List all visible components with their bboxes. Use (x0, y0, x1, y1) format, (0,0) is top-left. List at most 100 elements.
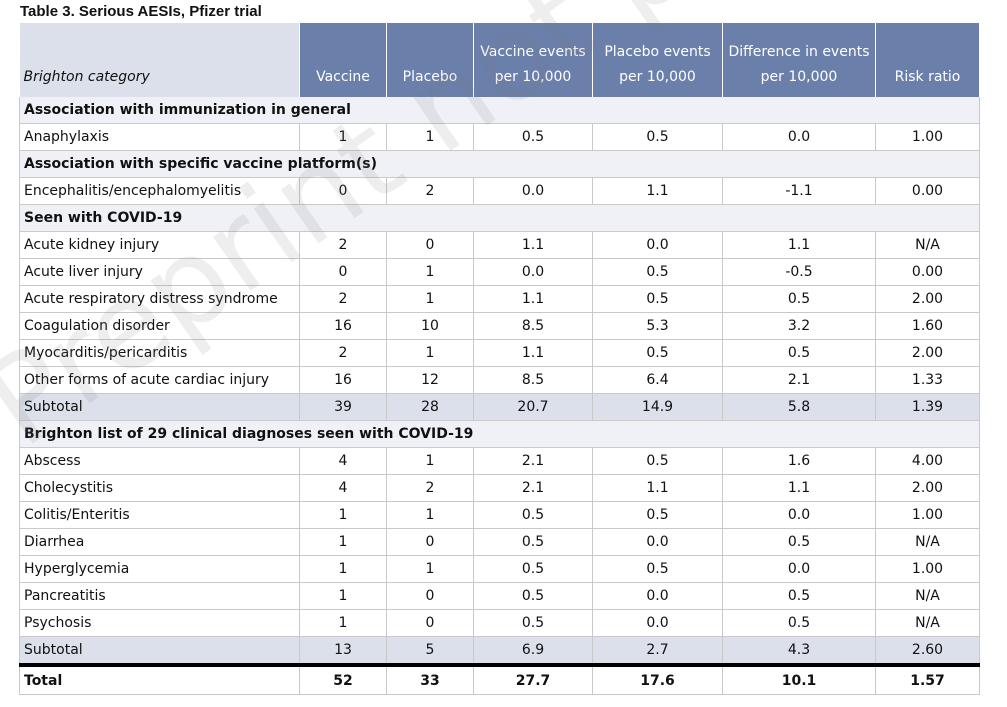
table-cell: 0.0 (722, 501, 876, 529)
table-cell: Cholecystitis (19, 474, 300, 502)
total-row: Total 52 33 27.7 17.6 10.1 1.57 (19, 663, 980, 695)
table-cell: 0.5 (592, 285, 723, 313)
table-cell: 1 (299, 555, 387, 583)
table-cell: 1.1 (473, 231, 593, 259)
table-body: Association with immunization in general… (19, 97, 980, 695)
table-cell: 1.1 (592, 177, 723, 205)
table-cell: 1.1 (473, 285, 593, 313)
subtotal-row: Subtotal 39 28 20.7 14.9 5.8 1.39 (19, 393, 980, 421)
table-cell: 16 (299, 366, 387, 394)
table-cell: Subtotal (19, 393, 300, 421)
table-cell: 2 (299, 339, 387, 367)
table-cell: Coagulation disorder (19, 312, 300, 340)
table-cell: 1.33 (875, 366, 980, 394)
table-row: Cholecystitis 4 2 2.1 1.1 1.1 2.00 (19, 474, 980, 502)
header-placebo: Placebo (386, 23, 474, 97)
table-cell: Total (19, 663, 300, 695)
table-cell: -0.5 (722, 258, 876, 286)
table-cell: 0.5 (592, 555, 723, 583)
table-cell: 0.5 (722, 528, 876, 556)
table-cell: 5 (386, 636, 474, 666)
table-cell: 0.0 (592, 231, 723, 259)
table-cell: 2.1 (473, 447, 593, 475)
table-cell: 10 (386, 312, 474, 340)
subtotal-row: Subtotal 13 5 6.9 2.7 4.3 2.60 (19, 636, 980, 666)
table-cell: 1.00 (875, 555, 980, 583)
table-row: Anaphylaxis 1 1 0.5 0.5 0.0 1.00 (19, 123, 980, 151)
table-cell: 0.5 (722, 582, 876, 610)
table-cell: 0.5 (722, 609, 876, 637)
table-cell: 1 (386, 339, 474, 367)
table-cell: 0.5 (473, 555, 593, 583)
table-cell: 2.00 (875, 339, 980, 367)
table-cell: 2.00 (875, 285, 980, 313)
table-cell: Acute liver injury (19, 258, 300, 286)
table-row: Hyperglycemia 1 1 0.5 0.5 0.0 1.00 (19, 555, 980, 583)
table-cell: 0 (299, 177, 387, 205)
section-header-row: Association with specific vaccine platfo… (19, 150, 980, 178)
table-row: Diarrhea 1 0 0.5 0.0 0.5 N/A (19, 528, 980, 556)
table-cell: 2.00 (875, 474, 980, 502)
header-row: Brighton category Vaccine Placebo Vaccin… (19, 23, 980, 97)
table-cell: 17.6 (592, 663, 723, 695)
header-brighton-category: Brighton category (19, 23, 300, 97)
table-cell: 4.00 (875, 447, 980, 475)
section-title: Association with immunization in general (19, 97, 980, 124)
table-cell: 1 (299, 609, 387, 637)
table-cell: 1.60 (875, 312, 980, 340)
header-vaccine: Vaccine (299, 23, 387, 97)
table-cell: Myocarditis/pericarditis (19, 339, 300, 367)
table-cell: Pancreatitis (19, 582, 300, 610)
table-cell: 10.1 (722, 663, 876, 695)
section-title: Brighton list of 29 clinical diagnoses s… (19, 420, 980, 448)
table-cell: Diarrhea (19, 528, 300, 556)
table-row: Myocarditis/pericarditis 2 1 1.1 0.5 0.5 2.00 (19, 339, 980, 367)
table-cell: 14.9 (592, 393, 723, 421)
table-cell: 0.5 (722, 285, 876, 313)
table-cell: 27.7 (473, 663, 593, 695)
table-cell: 13 (299, 636, 387, 666)
table-cell: 1 (299, 501, 387, 529)
table-cell: 1.1 (722, 231, 876, 259)
table-cell: 0.5 (722, 339, 876, 367)
section-title: Association with specific vaccine platfo… (19, 150, 980, 178)
table-row: Acute liver injury 0 1 0.0 0.5 -0.5 0.00 (19, 258, 980, 286)
table-cell: 5.8 (722, 393, 876, 421)
table-cell: 1 (386, 555, 474, 583)
table-cell: 0.5 (473, 123, 593, 151)
table-cell: 0.0 (592, 609, 723, 637)
table-cell: 0.5 (592, 258, 723, 286)
table-cell: 0.5 (473, 528, 593, 556)
table-cell: 0 (386, 231, 474, 259)
table-cell: 0.0 (473, 258, 593, 286)
table-cell: 0.5 (592, 501, 723, 529)
table-cell: 4 (299, 447, 387, 475)
table-cell: 2 (299, 231, 387, 259)
table-cell: 6.4 (592, 366, 723, 394)
table-cell: 0.5 (592, 447, 723, 475)
table-cell: 0.0 (722, 555, 876, 583)
table-cell: 1 (386, 501, 474, 529)
table-cell: 0.5 (473, 501, 593, 529)
table-cell: 2 (386, 474, 474, 502)
table-cell: 1 (386, 123, 474, 151)
table-cell: 2.1 (722, 366, 876, 394)
table-cell: 1.00 (875, 123, 980, 151)
table-cell: 0.0 (722, 123, 876, 151)
table-cell: 2.1 (473, 474, 593, 502)
table-cell: 0 (386, 582, 474, 610)
table-cell: Anaphylaxis (19, 123, 300, 151)
header-risk-ratio: Risk ratio (875, 23, 980, 97)
table-cell: 0 (386, 609, 474, 637)
table-cell: Acute kidney injury (19, 231, 300, 259)
section-title: Seen with COVID-19 (19, 204, 980, 232)
table-cell: 39 (299, 393, 387, 421)
section-header-row: Seen with COVID-19 (19, 204, 980, 232)
table-cell: N/A (875, 582, 980, 610)
table-caption: Table 3. Serious AESIs, Pfizer trial (20, 3, 262, 20)
table-cell: 0.5 (592, 339, 723, 367)
table-cell: 1 (299, 123, 387, 151)
table-cell: 2 (299, 285, 387, 313)
table-cell: 4 (299, 474, 387, 502)
table-cell: 1.00 (875, 501, 980, 529)
